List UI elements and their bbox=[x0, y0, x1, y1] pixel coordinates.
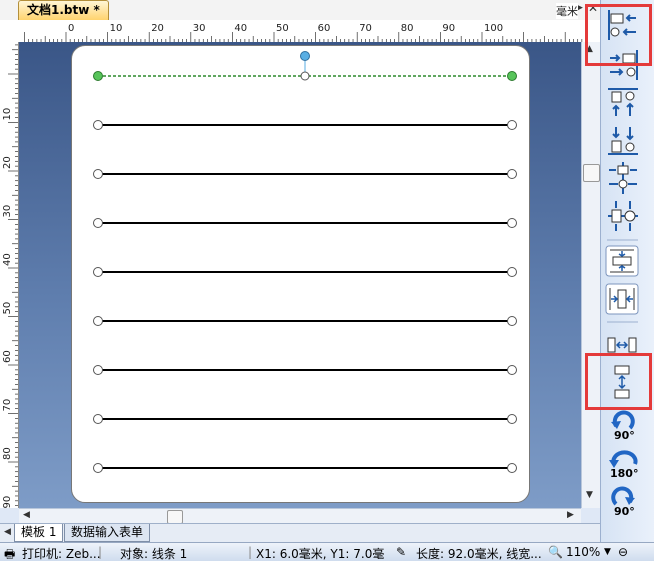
label-line[interactable] bbox=[93, 218, 517, 228]
scroll-right-icon[interactable]: ▶ bbox=[567, 510, 574, 520]
label-line[interactable] bbox=[93, 120, 517, 130]
sheet-tabs-left-icon[interactable]: ◀ bbox=[4, 527, 11, 537]
center-vertically-icon[interactable] bbox=[605, 283, 639, 315]
selection-handle-end[interactable] bbox=[507, 71, 517, 81]
zoom-out-icon[interactable]: ⊖ bbox=[618, 545, 628, 559]
scroll-down-icon[interactable]: ▼ bbox=[586, 490, 593, 500]
align-bottom-icon[interactable] bbox=[608, 127, 638, 155]
label-line[interactable] bbox=[93, 316, 517, 326]
sheet-tab-bar: ◀ 模板 1 数据输入表单 bbox=[0, 523, 600, 543]
rotate-left-label: 90° bbox=[614, 429, 635, 442]
rotate-180-label: 180° bbox=[610, 467, 638, 480]
status-printer: 打印机: Zeb... bbox=[22, 547, 101, 561]
label-line[interactable] bbox=[93, 365, 517, 375]
label-line[interactable] bbox=[93, 267, 517, 277]
rotate-right-label: 90° bbox=[614, 505, 635, 518]
status-coords: X1: 6.0毫米, Y1: 7.0毫 bbox=[256, 547, 385, 561]
vertical-scroll-thumb[interactable] bbox=[583, 164, 600, 182]
label-line[interactable] bbox=[93, 169, 517, 179]
zoom-icon: 🔍 bbox=[548, 545, 563, 559]
label-line[interactable] bbox=[93, 463, 517, 473]
align-horizontal-center-icon[interactable] bbox=[609, 162, 637, 194]
label-line[interactable] bbox=[93, 414, 517, 424]
center-horizontally-icon[interactable] bbox=[605, 245, 639, 277]
rotation-handle[interactable] bbox=[300, 51, 310, 61]
highlight-align-left bbox=[585, 4, 652, 66]
sheet-tab-template-1[interactable]: 模板 1 bbox=[14, 524, 64, 542]
zoom-dropdown-icon[interactable]: ▼ bbox=[604, 547, 611, 557]
status-zoom[interactable]: 110% bbox=[566, 545, 600, 559]
rotate-left-90-icon[interactable]: 90° bbox=[611, 410, 635, 442]
align-top-icon[interactable] bbox=[608, 88, 638, 116]
label-lines bbox=[93, 51, 517, 473]
horizontal-scroll-thumb[interactable] bbox=[167, 510, 183, 524]
selection-handle-middle[interactable] bbox=[300, 71, 310, 81]
status-object: 对象: 线条 1 bbox=[120, 547, 188, 561]
printer-icon: 🖶 bbox=[4, 547, 16, 561]
rotate-180-icon[interactable]: 180° bbox=[609, 450, 638, 480]
sheet-tab-data-form[interactable]: 数据输入表单 bbox=[64, 524, 151, 542]
pencil-icon: ✎ bbox=[396, 545, 407, 559]
status-bar: 🖶 打印机: Zeb... | 对象: 线条 1 | X1: 6.0毫米, Y1… bbox=[0, 542, 654, 561]
horizontal-scrollbar[interactable]: ◀ ▶ bbox=[19, 508, 581, 524]
align-vertical-center-icon[interactable] bbox=[608, 201, 638, 231]
distribute-horizontally-icon[interactable] bbox=[607, 337, 637, 353]
scroll-left-icon[interactable]: ◀ bbox=[23, 510, 30, 520]
status-length: 长度: 92.0毫米, 线宽... bbox=[416, 547, 542, 561]
status-divider: | bbox=[98, 545, 103, 559]
highlight-distribute-vertically bbox=[585, 353, 652, 410]
rotate-right-90-icon[interactable]: 90° bbox=[611, 486, 635, 518]
vertical-scrollbar[interactable]: ▲ ▼ bbox=[581, 42, 601, 508]
status-divider: | bbox=[248, 545, 253, 559]
selection-handle-start[interactable] bbox=[93, 71, 103, 81]
